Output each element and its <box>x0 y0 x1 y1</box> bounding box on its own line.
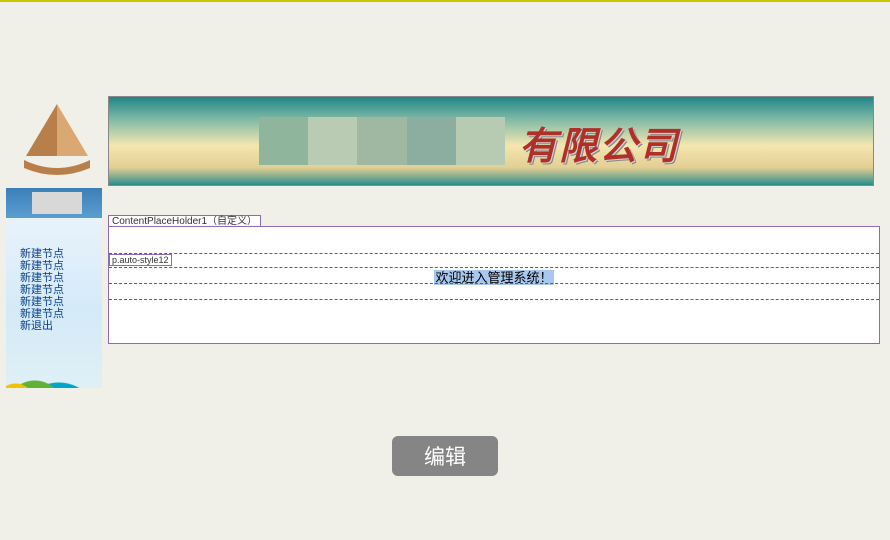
welcome-paragraph[interactable]: 欢迎进入管理系统！ <box>109 267 879 283</box>
sidebar-item-exit[interactable]: 新退出 <box>20 320 102 332</box>
sidebar-header-redacted <box>32 192 82 214</box>
edit-button[interactable]: 编辑 <box>392 436 498 476</box>
content-placeholder[interactable]: p.auto-style12 欢迎进入管理系统！ <box>108 226 880 344</box>
company-logo <box>18 98 96 176</box>
sidebar-item-4[interactable]: 新建节点 <box>20 296 102 308</box>
sidebar-item-2[interactable]: 新建节点 <box>20 272 102 284</box>
sidebar: 新建节点 新建节点 新建节点 新建节点 新建节点 新建节点 新退出 <box>6 218 102 388</box>
guide-line <box>109 299 879 300</box>
sidebar-item-3[interactable]: 新建节点 <box>20 284 102 296</box>
sidebar-links: 新建节点 新建节点 新建节点 新建节点 新建节点 新建节点 新退出 <box>6 218 102 332</box>
company-suffix: 有限公司 <box>519 115 679 170</box>
element-tag[interactable]: p.auto-style12 <box>109 254 172 266</box>
sidebar-header <box>6 188 102 218</box>
guide-line <box>109 283 879 284</box>
sidebar-item-5[interactable]: 新建节点 <box>20 308 102 320</box>
placeholder-top-area <box>109 232 879 254</box>
sidebar-item-1[interactable]: 新建节点 <box>20 260 102 272</box>
sidebar-item-0[interactable]: 新建节点 <box>20 248 102 260</box>
company-name-redacted <box>259 117 505 165</box>
header-banner: 有限公司 <box>108 96 874 186</box>
page-root: 有限公司 新建节点 新建节点 新建节点 新建节点 新建节点 新建节点 新退出 C… <box>0 2 890 540</box>
